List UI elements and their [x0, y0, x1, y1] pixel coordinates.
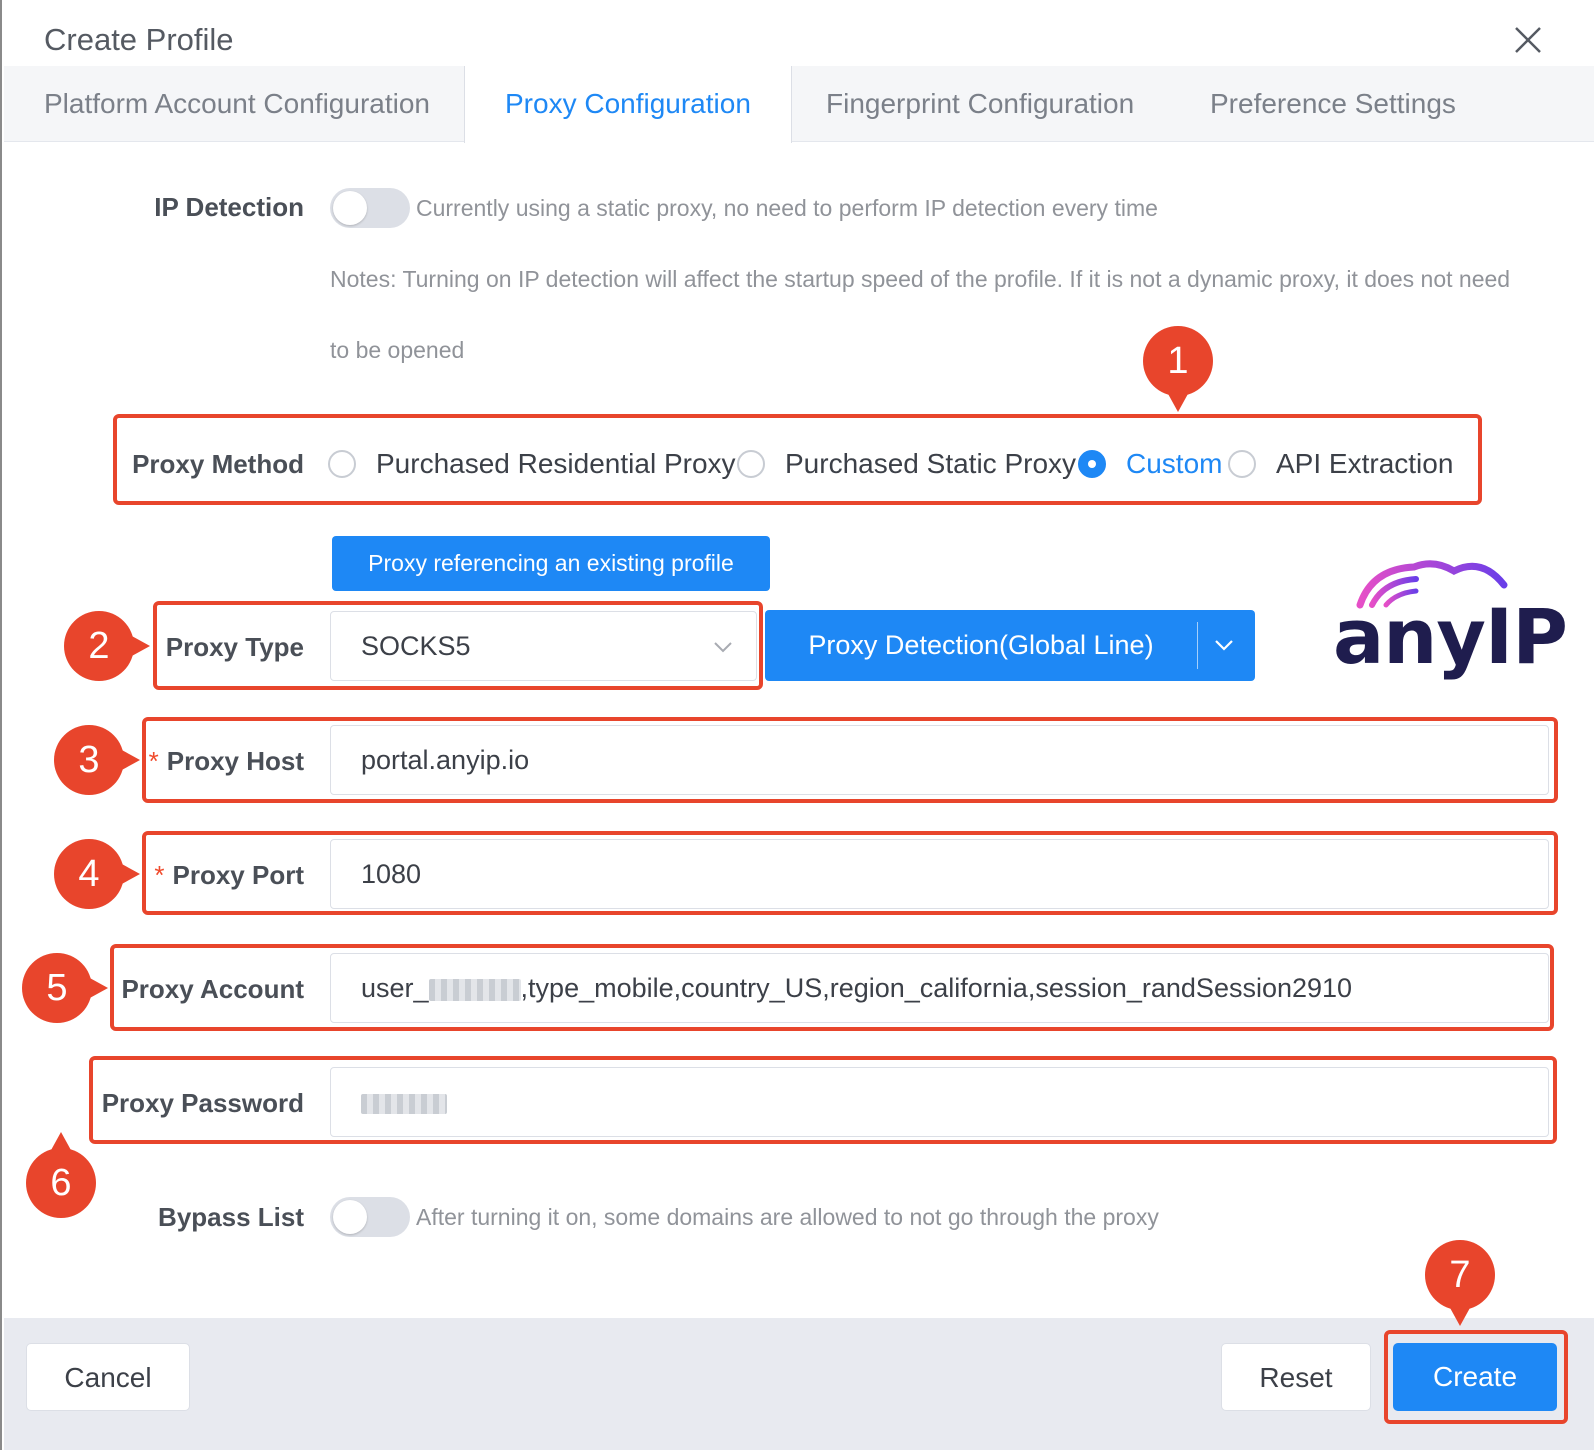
radio-label: Purchased Static Proxy	[785, 448, 1077, 479]
proxy-detection-button[interactable]: Proxy Detection(Global Line)	[765, 610, 1255, 681]
ip-detection-note: Notes: Turning on IP detection will affe…	[330, 266, 1511, 292]
reset-button[interactable]: Reset	[1221, 1343, 1371, 1411]
ip-detection-note-cont: to be opened	[330, 337, 465, 363]
radio-circle	[1078, 450, 1106, 478]
radio-circle	[737, 450, 765, 478]
proxy-password-input[interactable]	[330, 1067, 1549, 1137]
proxy-account-input[interactable]: user_ ,type_mobile,country_US,region_cali…	[330, 953, 1549, 1023]
proxy-host-label-text: Proxy Host	[166, 746, 304, 776]
proxy-password-label: Proxy Password	[101, 1088, 304, 1118]
required-mark: *	[148, 746, 159, 776]
annotation-badge-1: 1	[1143, 326, 1213, 412]
dialog-title: Create Profile	[44, 22, 234, 57]
create-button[interactable]: Create	[1393, 1343, 1557, 1411]
annotation-badge-7: 7	[1425, 1240, 1495, 1326]
radio-label: API Extraction	[1276, 448, 1454, 479]
proxy-account-label: Proxy Account	[121, 974, 304, 1004]
proxy-type-label: Proxy Type	[165, 632, 304, 662]
create-profile-dialog: Create Profile Platform Account Configur…	[0, 0, 1594, 1450]
required-mark: *	[154, 860, 165, 890]
annotation-badge-3: 3	[54, 725, 140, 795]
radio-api-extraction[interactable]: API Extraction	[1228, 448, 1453, 480]
bypass-list-switch[interactable]	[330, 1197, 410, 1237]
radio-purchased-residential[interactable]: Purchased Residential Proxy	[328, 448, 736, 480]
tab-preference[interactable]: Preference Settings	[1210, 66, 1456, 142]
tab-proxy-configuration[interactable]: Proxy Configuration	[464, 66, 792, 143]
ip-detection-label: IP Detection	[154, 192, 304, 222]
radio-purchased-static[interactable]: Purchased Static Proxy	[737, 448, 1076, 480]
redacted-text	[428, 978, 521, 1001]
account-prefix: user_	[361, 973, 429, 1003]
radio-circle	[1228, 450, 1256, 478]
annotation-badge-2: 2	[64, 611, 150, 681]
radio-custom[interactable]: Custom	[1078, 448, 1222, 480]
reference-existing-profile-button[interactable]: Proxy referencing an existing profile	[332, 536, 770, 591]
radio-circle	[328, 450, 356, 478]
anyip-logo-text: anyIP	[1333, 592, 1568, 681]
account-suffix: ,type_mobile,country_US,region_californi…	[520, 973, 1353, 1003]
bypass-list-label: Bypass List	[158, 1202, 304, 1232]
chevron-down-icon	[714, 642, 732, 653]
proxy-type-value: SOCKS5	[361, 631, 471, 661]
ip-detection-switch[interactable]	[330, 188, 410, 228]
radio-label: Custom	[1126, 448, 1223, 479]
redacted-password	[361, 1093, 447, 1114]
proxy-port-label-text: Proxy Port	[172, 860, 305, 890]
chevron-down-icon[interactable]	[1213, 634, 1235, 656]
proxy-host-input[interactable]: portal.anyip.io	[330, 725, 1549, 795]
tab-platform-account[interactable]: Platform Account Configuration	[44, 66, 430, 142]
button-divider	[1197, 622, 1198, 669]
proxy-host-label: * Proxy Host	[142, 746, 304, 777]
proxy-method-label: Proxy Method	[132, 449, 304, 479]
cancel-button[interactable]: Cancel	[26, 1343, 190, 1411]
annotation-badge-5: 5	[22, 953, 108, 1023]
close-icon[interactable]	[1510, 22, 1546, 58]
annotation-badge-6: 6	[26, 1132, 96, 1218]
proxy-port-input[interactable]: 1080	[330, 839, 1549, 909]
switch-knob	[333, 1200, 367, 1234]
annotation-badge-4: 4	[54, 839, 140, 909]
tab-fingerprint[interactable]: Fingerprint Configuration	[826, 66, 1134, 142]
switch-knob	[333, 191, 367, 225]
bypass-list-hint: After turning it on, some domains are al…	[416, 1204, 1159, 1230]
ip-detection-hint: Currently using a static proxy, no need …	[416, 195, 1158, 221]
proxy-type-select[interactable]: SOCKS5	[330, 611, 757, 681]
tab-bar: Platform Account Configuration Proxy Con…	[4, 66, 1594, 143]
proxy-port-label: * Proxy Port	[142, 860, 304, 891]
proxy-detection-label: Proxy Detection(Global Line)	[808, 630, 1154, 660]
radio-label: Purchased Residential Proxy	[376, 448, 736, 479]
